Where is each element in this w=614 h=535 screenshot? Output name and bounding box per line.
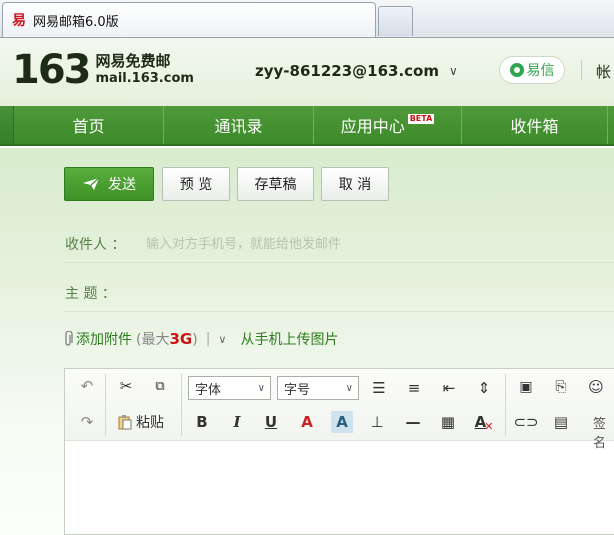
bold-icon[interactable]: B	[191, 411, 213, 433]
main-nav: 首页 通讯录 应用中心 BETA 收件箱	[0, 106, 614, 146]
toolbar-divider	[505, 374, 506, 436]
subject-label: 主 题 ：	[65, 286, 116, 302]
clear-format-icon[interactable]: A ✕	[473, 411, 495, 433]
signature-button[interactable]: 签名	[593, 413, 614, 451]
align-left-icon[interactable]: ☰	[368, 377, 390, 399]
add-attachment-link[interactable]: 添加附件	[76, 329, 132, 349]
logo[interactable]: 163 网易免费邮 mail.163.com	[12, 48, 194, 92]
logo-cn-text: 网易免费邮	[95, 52, 171, 70]
header-divider	[581, 60, 582, 80]
line-height-icon[interactable]: ⇕	[473, 377, 495, 399]
italic-icon[interactable]: I	[226, 411, 248, 433]
logo-domain-text: mail.163.com	[95, 71, 194, 86]
account-settings-link[interactable]: 帐	[596, 61, 611, 82]
copy-icon[interactable]: ⧉	[149, 375, 171, 397]
screenshot-icon[interactable]: ⎘	[550, 376, 572, 398]
font-family-value: 字体	[195, 382, 222, 398]
paperclip-icon	[65, 331, 73, 346]
calendar-icon[interactable]: ▤	[550, 411, 572, 433]
recipient-divider	[64, 262, 614, 263]
horizontal-rule-icon[interactable]: —	[402, 411, 424, 433]
account-email: zyy-861223@163.com	[255, 62, 439, 80]
toolbar-divider	[105, 374, 106, 436]
send-button[interactable]: 发送	[64, 167, 154, 201]
save-draft-label: 存草稿	[254, 177, 297, 193]
mail-header: 163 网易免费邮 mail.163.com zyy-861223@163.co…	[0, 38, 614, 106]
attachment-dropdown-chevron-icon[interactable]: ∨	[218, 333, 226, 346]
subject-divider	[64, 311, 614, 312]
yixin-icon	[509, 63, 524, 77]
attachment-limit: (最大3G)	[136, 329, 198, 349]
nav-item-label: 通讯录	[214, 117, 263, 136]
paste-icon	[118, 415, 132, 430]
attachment-limit-value: 3G	[169, 330, 193, 348]
clear-format-x: ✕	[484, 419, 494, 433]
font-size-select[interactable]: 字号 ∨	[277, 376, 359, 400]
recipient-input[interactable]	[146, 234, 606, 254]
undo-icon[interactable]: ↶	[76, 375, 98, 397]
attachment-row: 添加附件 (最大3G) | ∨ 从手机上传图片	[64, 329, 338, 349]
table-icon[interactable]: ▦	[437, 411, 459, 433]
yixin-button[interactable]: 易信	[499, 56, 565, 84]
subject-input[interactable]	[146, 281, 606, 303]
preview-label: 预 览	[179, 177, 213, 193]
cancel-button[interactable]: 取 消	[321, 167, 389, 201]
yixin-label: 易信	[526, 63, 555, 79]
editor-toolbar: ↶ ↷ ✂ ⧉ 粘贴 字体 ∨ 字号 ∨ B I U A A ⊥ — ▦ A ✕…	[65, 369, 614, 451]
nav-edge	[0, 106, 14, 144]
logo-number: 163	[12, 47, 91, 93]
chevron-down-icon: ∨	[345, 382, 353, 394]
link-icon[interactable]: ⊂⊃	[513, 411, 538, 433]
netease-favicon-icon: 易	[12, 13, 26, 29]
chevron-down-icon: ∨	[257, 382, 265, 394]
attachment-limit-suffix: )	[192, 332, 198, 348]
format-painter-icon[interactable]: ⊥	[366, 411, 388, 433]
paste-button[interactable]: 粘贴	[117, 412, 164, 432]
underline-icon[interactable]: U	[260, 411, 282, 433]
font-family-select[interactable]: 字体 ∨	[188, 376, 271, 400]
toolbar-divider	[181, 374, 182, 436]
insert-image-icon[interactable]: ▣	[515, 376, 537, 398]
paste-label: 粘贴	[136, 415, 164, 431]
attachment-separator: |	[205, 331, 211, 347]
logo-text: 网易免费邮 mail.163.com	[96, 53, 194, 87]
nav-item-inbox[interactable]: 收件箱	[462, 106, 608, 144]
font-size-value: 字号	[284, 382, 311, 398]
browser-tab-strip: 易 网易邮箱6.0版	[0, 0, 614, 38]
nav-item-label: 收件箱	[510, 117, 559, 136]
nav-item-label: 首页	[72, 117, 105, 136]
preview-button[interactable]: 预 览	[162, 167, 230, 201]
highlight-color-icon[interactable]: A	[331, 411, 353, 433]
upload-from-phone-link[interactable]: 从手机上传图片	[240, 329, 338, 349]
recipient-label: 收件人 ：	[65, 237, 126, 253]
cancel-label: 取 消	[338, 177, 372, 193]
account-menu[interactable]: zyy-861223@163.com ∨	[255, 62, 458, 80]
nav-item-home[interactable]: 首页	[14, 106, 164, 144]
nav-item-app-center[interactable]: 应用中心 BETA	[314, 106, 462, 144]
tab-title: 网易邮箱6.0版	[33, 14, 119, 30]
chevron-down-icon: ∨	[448, 64, 458, 78]
nav-item-label: 应用中心	[340, 117, 405, 136]
cut-icon[interactable]: ✂	[115, 375, 137, 397]
save-draft-button[interactable]: 存草稿	[237, 167, 314, 201]
browser-tab[interactable]: 易 网易邮箱6.0版	[2, 2, 376, 37]
new-tab-button[interactable]	[378, 6, 413, 36]
compose-area: 发送 预 览 存草稿 取 消 收件人 ： 主 题 ： 添加附件 (最大3G) |…	[0, 148, 614, 535]
redo-icon[interactable]: ↷	[76, 411, 98, 433]
paper-plane-icon	[83, 177, 100, 190]
nav-item-contacts[interactable]: 通讯录	[164, 106, 314, 144]
bulleted-list-icon[interactable]: ≡	[403, 377, 425, 399]
outdent-icon[interactable]: ⇤	[438, 377, 460, 399]
send-label: 发送	[108, 177, 136, 193]
emoji-icon[interactable]: ☺	[585, 376, 607, 398]
beta-badge: BETA	[407, 114, 435, 124]
rich-text-editor[interactable]: ↶ ↷ ✂ ⧉ 粘贴 字体 ∨ 字号 ∨ B I U A A ⊥ — ▦ A ✕…	[64, 368, 614, 535]
font-color-icon[interactable]: A	[296, 411, 318, 433]
attachment-limit-prefix: (最大	[136, 332, 170, 348]
